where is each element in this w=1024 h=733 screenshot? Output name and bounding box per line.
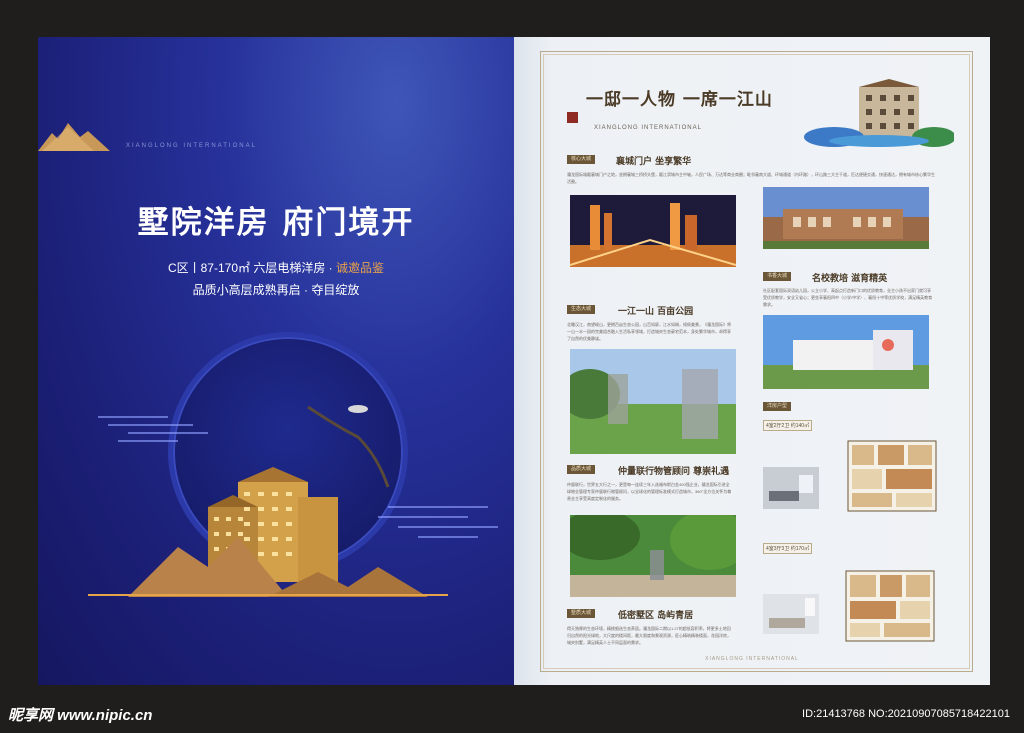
section-tag-2: 书香大城 [763,272,792,281]
section-heading-3: 一江一山 百亩公园 [618,307,694,317]
section-tag-5: 墅质大城 [567,609,596,618]
living-room-photo-2 [763,594,819,634]
city-night-photo [570,195,736,267]
inner-title: 一邸一人物 一席一江山 [586,90,773,110]
section-heading-4: 仲量联行物管顾问 尊崇礼遇 [618,467,730,477]
floorplan-2 [845,570,935,642]
plan-label-1: 4室2厅2卫 约140㎡ [763,420,813,431]
watermark-id: ID:21413768 NO:20210907085718422101 [802,708,1010,720]
section-text-1: 骧龙国际雄踞襄城门户之地，坐拥襄城三桥桥头堡，踞江滨城市主中轴，人民广场、万达等… [567,172,935,184]
plans-tag: 洋房户型 [763,402,792,411]
school-building-photo [763,187,929,249]
section-heading-2: 名校教培 滋育精英 [812,274,888,284]
mountain-logo-icon [38,123,110,151]
floorplan-1 [847,440,937,512]
watermark-site: 昵享网 www.nipic.cn [8,707,153,724]
footer-en: XIANGLONG INTERNATIONAL [705,656,799,662]
kindergarten-photo [763,315,929,389]
plan-label-2: 4室3厅3卫 约170㎡ [763,543,813,554]
section-text-4: 仲量联行，世界五大行之一，更是每一连续三年入选福布斯白金400强企业，骧龙国际引… [567,482,732,501]
header-building-photo [804,79,954,147]
inner-en-title: XIANGLONG INTERNATIONAL [594,125,702,131]
family-walk-photo [570,515,736,597]
section-text-3: 北瞰汉江，南望岘山，更拥百亩生态公园，山峦如屏，江水如绸，倾佩美景，《骧龙国际》… [567,322,731,341]
seal-icon [567,112,578,123]
cover-line2: 品质小高层成熟再启 · 夺目绽放 [192,283,360,297]
cover-line1: C区丨87-170㎡ 六层电梯洋房 · 诚邀品鉴 [167,261,385,275]
section-text-5: 得天独厚的生态环境，精挑细选生态养居。骧龙国际二期以1.27的超低容积率，将更多… [567,626,731,645]
building-scene [88,405,448,597]
living-room-photo-1 [763,467,819,509]
section-heading-5: 低密墅区 岛屿青居 [618,611,694,621]
cover-title: 墅院洋房 府门境开 [137,205,415,241]
brochure-spread: XIANGLONG INTERNATIONAL 墅院洋房 府门境开 C区丨87-… [0,0,1024,733]
section-tag-3: 生态大城 [567,305,596,314]
section-tag-4: 品质大城 [567,465,596,474]
cover-highlight: 诚邀品鉴 [336,261,385,275]
section-tag-1: 核心大城 [567,155,596,164]
park-photo [570,349,736,454]
section-heading-1: 襄城门户 坐享繁华 [616,157,692,167]
inner-page: 一邸一人物 一席一江山 XIANGLONG INTERNATIONAL 核心大城… [514,37,990,685]
cover-en-subtitle: XIANGLONG INTERNATIONAL [126,143,257,149]
section-text-2: 社区配套国际双语幼儿园，公立小学、高起点打造新门口的优质教育，业主小孩不出家门就… [763,288,933,307]
cover-page: XIANGLONG INTERNATIONAL 墅院洋房 府门境开 C区丨87-… [38,37,514,685]
